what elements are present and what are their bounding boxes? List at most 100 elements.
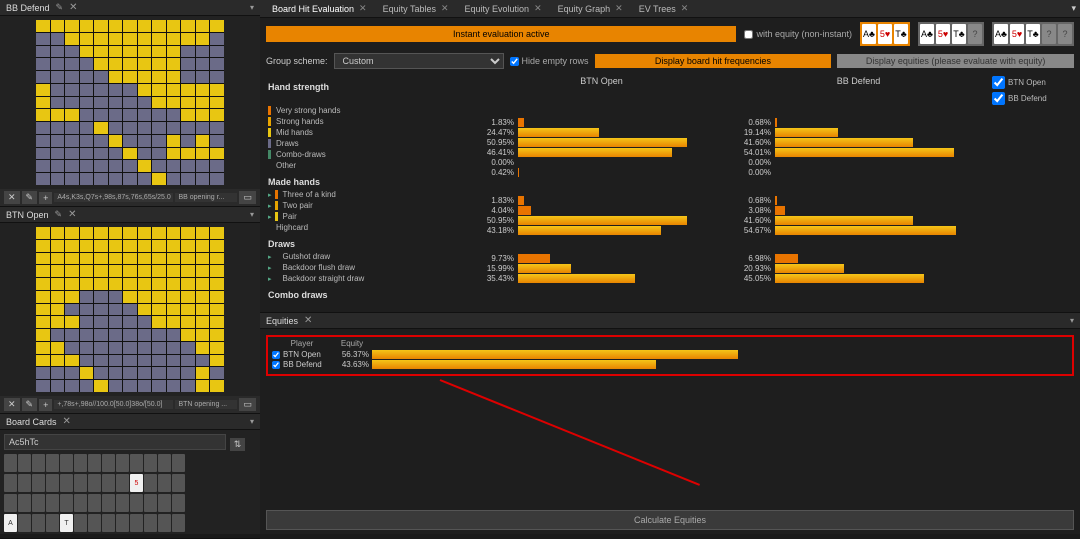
hand-cell[interactable]: [94, 380, 108, 392]
hand-cell[interactable]: [94, 97, 108, 109]
hand-cell[interactable]: [123, 240, 137, 252]
hand-cell[interactable]: [210, 355, 224, 367]
card-Qh[interactable]: [32, 474, 45, 492]
card-3d[interactable]: [158, 494, 171, 512]
hand-cell[interactable]: [123, 380, 137, 392]
close-icon[interactable]: ✕: [359, 3, 367, 14]
card-Kh[interactable]: [18, 474, 31, 492]
hand-cell[interactable]: [167, 20, 181, 32]
hand-cell[interactable]: [152, 240, 166, 252]
hand-cell[interactable]: [65, 160, 79, 172]
hand-cell[interactable]: [80, 173, 94, 185]
hand-cell[interactable]: [167, 367, 181, 379]
hand-cell[interactable]: [167, 291, 181, 303]
hand-cell[interactable]: [167, 342, 181, 354]
hand-cell[interactable]: [167, 135, 181, 147]
hand-cell[interactable]: [210, 253, 224, 265]
hand-cell[interactable]: [94, 135, 108, 147]
add-button[interactable]: +: [39, 192, 52, 204]
hand-cell[interactable]: [210, 173, 224, 185]
hand-cell[interactable]: [36, 278, 50, 290]
hand-cell[interactable]: [51, 46, 65, 58]
tab-ev-trees[interactable]: EV Trees✕: [631, 0, 697, 17]
hand-cell[interactable]: [80, 148, 94, 160]
hand-cell[interactable]: [94, 71, 108, 83]
hand-cell[interactable]: [167, 173, 181, 185]
hand-cell[interactable]: [65, 380, 79, 392]
hand-cell[interactable]: [196, 122, 210, 134]
hand-cell[interactable]: [210, 135, 224, 147]
board-display-active[interactable]: A♣ 5♥ T♣: [860, 22, 910, 46]
card-Qd[interactable]: [32, 494, 45, 512]
hand-cell[interactable]: [109, 304, 123, 316]
hand-cell[interactable]: [123, 316, 137, 328]
hand-cell[interactable]: [210, 109, 224, 121]
hand-cell[interactable]: [109, 135, 123, 147]
display-freq-tab[interactable]: Display board hit frequencies: [595, 54, 832, 68]
hand-cell[interactable]: [109, 240, 123, 252]
hand-cell[interactable]: [167, 278, 181, 290]
clear-button[interactable]: ✕: [4, 191, 20, 204]
hand-cell[interactable]: [196, 148, 210, 160]
hand-cell[interactable]: [80, 97, 94, 109]
tab-equity-evolution[interactable]: Equity Evolution✕: [457, 0, 550, 17]
hand-cell[interactable]: [123, 122, 137, 134]
hand-cell[interactable]: [51, 380, 65, 392]
hand-cell[interactable]: [94, 109, 108, 121]
hand-cell[interactable]: [152, 367, 166, 379]
hand-cell[interactable]: [36, 227, 50, 239]
display-eq-tab[interactable]: Display equities (please evaluate with e…: [837, 54, 1074, 68]
card-4c[interactable]: [144, 514, 157, 532]
hand-cell[interactable]: [167, 122, 181, 134]
hand-cell[interactable]: [138, 253, 152, 265]
hand-cell[interactable]: [123, 265, 137, 277]
hand-grid-btn-open[interactable]: [36, 227, 224, 392]
hand-cell[interactable]: [181, 304, 195, 316]
hand-cell[interactable]: [36, 342, 50, 354]
hand-cell[interactable]: [109, 329, 123, 341]
hand-cell[interactable]: [80, 58, 94, 70]
hand-cell[interactable]: [51, 291, 65, 303]
hand-cell[interactable]: [65, 33, 79, 45]
hand-cell[interactable]: [167, 109, 181, 121]
hand-cell[interactable]: [196, 135, 210, 147]
hand-cell[interactable]: [210, 46, 224, 58]
hand-cell[interactable]: [94, 278, 108, 290]
hand-cell[interactable]: [181, 265, 195, 277]
hand-cell[interactable]: [152, 278, 166, 290]
edit-icon[interactable]: ✎: [55, 209, 63, 220]
board-apply-button[interactable]: ⇅: [230, 438, 246, 451]
hand-cell[interactable]: [181, 84, 195, 96]
card-6d[interactable]: [116, 494, 129, 512]
hand-cell[interactable]: [109, 367, 123, 379]
card-8h[interactable]: [88, 474, 101, 492]
hand-cell[interactable]: [181, 33, 195, 45]
card-6s[interactable]: [116, 454, 129, 472]
hand-cell[interactable]: [181, 148, 195, 160]
hand-cell[interactable]: [65, 355, 79, 367]
hand-cell[interactable]: [210, 227, 224, 239]
hand-cell[interactable]: [65, 227, 79, 239]
card-7c[interactable]: [102, 514, 115, 532]
hand-cell[interactable]: [196, 367, 210, 379]
hand-cell[interactable]: [94, 33, 108, 45]
hand-cell[interactable]: [109, 20, 123, 32]
hand-cell[interactable]: [138, 227, 152, 239]
close-icon[interactable]: ✕: [681, 3, 689, 14]
hand-cell[interactable]: [196, 227, 210, 239]
hand-cell[interactable]: [51, 227, 65, 239]
hand-cell[interactable]: [65, 97, 79, 109]
chevron-down-icon[interactable]: ▾: [1070, 316, 1074, 325]
hand-cell[interactable]: [152, 304, 166, 316]
close-icon[interactable]: ✕: [615, 3, 623, 14]
hand-cell[interactable]: [152, 329, 166, 341]
hand-cell[interactable]: [80, 304, 94, 316]
range-preset[interactable]: BTN opening ...: [175, 400, 237, 409]
hand-cell[interactable]: [152, 97, 166, 109]
hand-cell[interactable]: [51, 109, 65, 121]
hand-cell[interactable]: [167, 71, 181, 83]
hand-cell[interactable]: [36, 240, 50, 252]
hand-cell[interactable]: [94, 253, 108, 265]
hand-cell[interactable]: [65, 278, 79, 290]
hand-cell[interactable]: [94, 291, 108, 303]
